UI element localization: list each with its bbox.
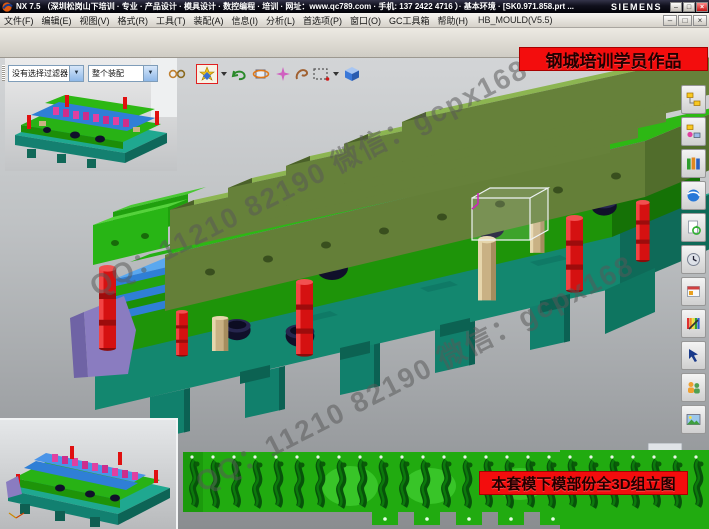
menu-edit[interactable]: 编辑(E)	[38, 14, 76, 27]
menu-preferences[interactable]: 首选项(P)	[299, 14, 346, 27]
user-groups-icon[interactable]	[681, 373, 706, 402]
nx-application-window: NX 7.5 （深圳松岗山下培训 · 专业 · 产品设计 · 模具设计 · 数控…	[0, 0, 709, 529]
hd3d-tools-icon[interactable]	[681, 277, 706, 306]
window-title: NX 7.5 （深圳松岗山下培训 · 专业 · 产品设计 · 模具设计 · 数控…	[16, 1, 605, 12]
menu-view[interactable]: 视图(V)	[76, 14, 114, 27]
type-filter-dropdown[interactable]: 没有选择过滤器 ▼	[8, 65, 84, 82]
menu-format[interactable]: 格式(R)	[114, 14, 153, 27]
siemens-brand: SIEMENS	[611, 2, 662, 12]
menu-assemblies[interactable]: 装配(A)	[190, 14, 228, 27]
shaded-display-cube-icon[interactable]	[341, 64, 363, 84]
menu-hb-mould[interactable]: HB_MOULD(V5.5)	[472, 15, 559, 25]
restore-button[interactable]: □	[683, 2, 695, 12]
menu-bar: 文件(F) 编辑(E) 视图(V) 格式(R) 工具(T) 装配(A) 信息(I…	[0, 13, 709, 28]
resource-bar	[681, 85, 707, 437]
rectangle-select-icon[interactable]	[310, 64, 332, 84]
menu-gc-toolbox[interactable]: GC工具箱	[385, 14, 434, 27]
roles-icon[interactable]	[681, 309, 706, 338]
minimize-button[interactable]: –	[670, 2, 682, 12]
touch-pointer-icon[interactable]	[681, 341, 706, 370]
constraint-navigator-icon[interactable]	[681, 117, 706, 146]
snap-glasses-icon[interactable]	[166, 64, 188, 84]
graphics-viewport[interactable]: QQ：11210 82190 微信：gcpx168 QQ：11210 82190…	[0, 57, 709, 529]
undo-icon[interactable]	[228, 64, 250, 84]
part-navigator-icon[interactable]	[681, 149, 706, 178]
internet-browser-icon[interactable]	[681, 181, 706, 210]
doc-restore-button[interactable]: □	[678, 15, 692, 26]
toolbar-grip[interactable]	[2, 65, 5, 81]
close-button[interactable]: ×	[696, 2, 708, 12]
assembly-navigator-icon[interactable]	[681, 85, 706, 114]
title-bar: NX 7.5 （深圳松岗山下培训 · 专业 · 产品设计 · 模具设计 · 数控…	[0, 0, 709, 13]
menu-window[interactable]: 窗口(O)	[346, 14, 385, 27]
chevron-down-icon[interactable]: ▼	[143, 66, 157, 81]
orient-view-cube-icon[interactable]	[250, 64, 272, 84]
assembly-caption-banner: 本套模下模部份全3D组立图	[479, 471, 688, 495]
menu-analysis[interactable]: 分析(L)	[262, 14, 299, 27]
reuse-library-icon[interactable]	[681, 213, 706, 242]
doc-minimize-button[interactable]: –	[663, 15, 677, 26]
chevron-down-icon[interactable]	[221, 72, 227, 76]
menu-tools[interactable]: 工具(T)	[152, 14, 190, 27]
doc-close-button[interactable]: ×	[693, 15, 707, 26]
selection-wireframe-box	[472, 188, 548, 240]
thumbnail-die-front-view	[0, 418, 178, 529]
chevron-down-icon[interactable]	[333, 72, 339, 76]
selection-scope-dropdown[interactable]: 整个装配 ▼	[88, 65, 158, 82]
menu-help[interactable]: 帮助(H)	[434, 14, 473, 27]
nx-logo-icon	[2, 2, 13, 12]
move-component-icon[interactable]	[196, 64, 218, 84]
menu-file[interactable]: 文件(F)	[0, 14, 38, 27]
chevron-down-icon[interactable]: ▼	[69, 66, 83, 81]
training-banner: 钢城培训学员作品	[519, 47, 708, 71]
image-gallery-icon[interactable]	[681, 405, 706, 434]
menu-information[interactable]: 信息(I)	[228, 14, 263, 27]
history-icon[interactable]	[681, 245, 706, 274]
